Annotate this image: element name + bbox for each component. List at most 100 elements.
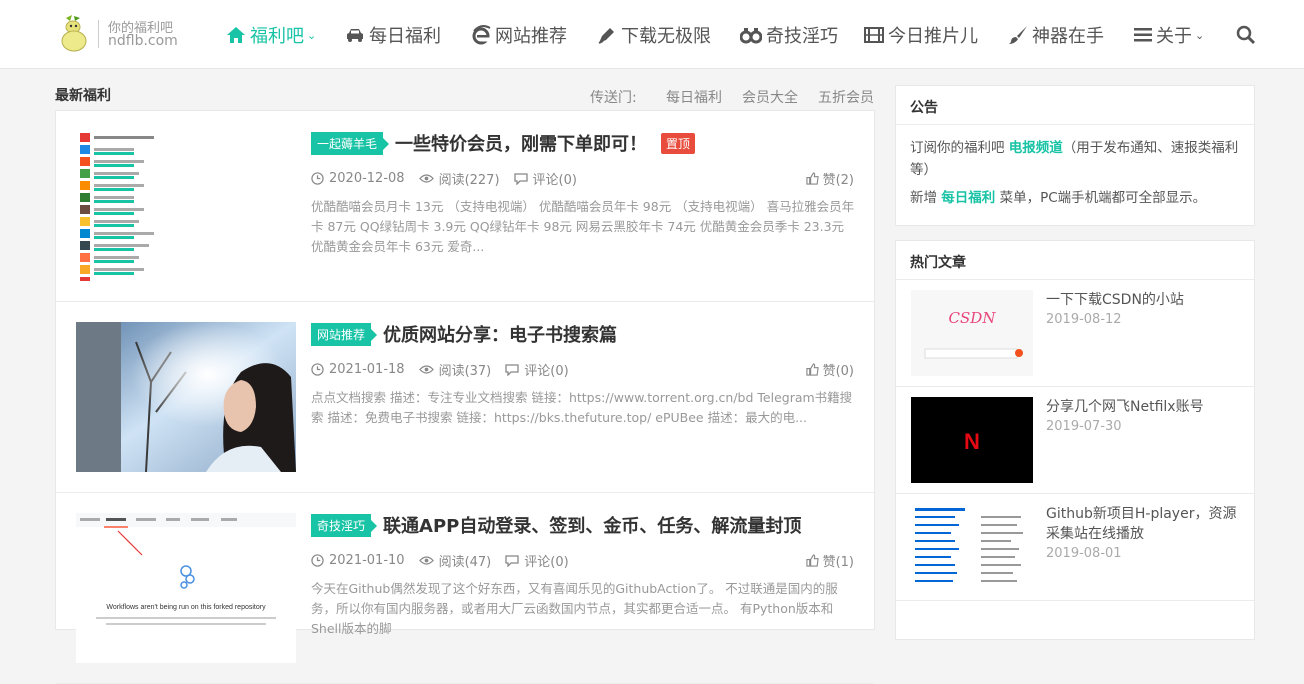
- eye-icon: [418, 174, 434, 183]
- teleport-label: 传送门:: [590, 90, 637, 106]
- home-icon: [227, 27, 245, 43]
- nav-label: 网站推荐: [495, 26, 567, 47]
- site-header: 你的福利吧 ndflb.com 福利吧 ⌄ 每日福利 网站推荐 下载无极限 奇技…: [0, 0, 1304, 69]
- eye-icon: [418, 365, 434, 374]
- hot-post-date: 2019-07-30: [1046, 419, 1122, 434]
- membership-list-image: [76, 131, 296, 281]
- binoculars-icon: [740, 28, 762, 44]
- nav-item-sites[interactable]: 网站推荐: [471, 22, 567, 48]
- post-list: 一起薅羊毛 一些特价会员，刚需下单即可！ 置顶 2020-12-08 阅读(22…: [55, 110, 875, 684]
- hot-post-title[interactable]: 分享几个网飞Netfilx账号: [1046, 397, 1246, 417]
- post-date: 2021-01-18: [311, 362, 405, 377]
- thumbs-up-icon: [805, 363, 819, 376]
- thumb-caption: Workflows aren't being run on this forke…: [106, 604, 266, 611]
- post-title-row: 网站推荐 优质网站分享：电子书搜索篇: [311, 322, 617, 346]
- list-icon: [1134, 28, 1152, 42]
- hot-post-thumbnail[interactable]: N: [911, 397, 1033, 483]
- netflix-image: N: [911, 397, 1033, 483]
- nav-item-about[interactable]: 关于 ⌄: [1134, 22, 1204, 48]
- logo-divider: [98, 20, 99, 48]
- clock-icon: [311, 172, 324, 185]
- post-excerpt: 优酷酷喵会员月卡 13元 （支持电视端） 优酷酷喵会员年卡 98元 （支持电视端…: [311, 199, 855, 254]
- nav-label: 奇技淫巧: [766, 26, 838, 47]
- post-title[interactable]: 一些特价会员，刚需下单即可！: [395, 130, 647, 156]
- post-comments[interactable]: 评论(0): [505, 360, 569, 379]
- nav-item-fulibar[interactable]: 福利吧 ⌄: [226, 22, 316, 48]
- hot-post-date: 2019-08-01: [1046, 546, 1122, 561]
- category-tag[interactable]: 网站推荐: [311, 322, 378, 346]
- car-icon: [347, 29, 363, 42]
- post-views: 阅读(227): [418, 169, 500, 188]
- nav-label: 下载无极限: [621, 26, 711, 47]
- post-thumbnail[interactable]: [76, 131, 296, 281]
- hot-post-thumbnail[interactable]: [911, 504, 1033, 590]
- daily-welfare-link[interactable]: 每日福利: [941, 190, 995, 206]
- nav-item-daily[interactable]: 每日福利: [345, 22, 441, 48]
- teleport-link-discount[interactable]: 五折会员: [818, 87, 874, 107]
- post-meta: 2020-12-08 阅读(227) 评论(0): [311, 169, 591, 188]
- teleport-link-daily[interactable]: 每日福利: [666, 87, 722, 107]
- nav-label: 每日福利: [369, 26, 441, 47]
- like-button[interactable]: 赞(2): [805, 169, 854, 188]
- film-icon: [864, 27, 884, 43]
- github-list-image: [911, 504, 1033, 590]
- nav-label: 神器在手: [1032, 26, 1104, 47]
- post-item: 网站推荐 优质网站分享：电子书搜索篇 2021-01-18 阅读(37) 评论(…: [56, 302, 874, 493]
- post-thumbnail[interactable]: [76, 322, 296, 472]
- chevron-down-icon: ⌄: [1195, 28, 1205, 42]
- section-title: 最新福利: [55, 88, 111, 104]
- like-button[interactable]: 赞(1): [805, 551, 854, 570]
- post-excerpt: 点点文档搜索 描述：专注专业文档搜索 链接：https://www.torren…: [311, 390, 853, 425]
- post-views: 阅读(47): [418, 551, 491, 570]
- comment-icon: [505, 364, 519, 376]
- post-comments[interactable]: 评论(0): [505, 551, 569, 570]
- category-tag[interactable]: 一起薅羊毛: [311, 131, 390, 155]
- post-title-row: 奇技淫巧 联通APP自动登录、签到、金币、任务、解流量封顶: [311, 513, 801, 537]
- post-item: Workflows aren't being run on this forke…: [56, 493, 874, 684]
- nav-label: 关于: [1156, 26, 1192, 47]
- csdn-image: CSDN: [911, 290, 1033, 376]
- thumb-text: CSDN: [949, 309, 997, 327]
- notice-line-1: 订阅你的福利吧 电报频道（用于发布通知、速报类福利等）: [910, 140, 1239, 178]
- post-meta: 2021-01-18 阅读(37) 评论(0): [311, 360, 583, 379]
- thumb-text: N: [964, 429, 980, 454]
- site-logo[interactable]: 你的福利吧 ndflb.com: [56, 14, 186, 54]
- post-excerpt: 今天在Github偶然发现了这个好东西，又有喜闻乐见的GithubAction了…: [311, 581, 838, 636]
- hot-post-date: 2019-08-12: [1046, 312, 1122, 327]
- post-date: 2021-01-10: [311, 553, 405, 568]
- thumbs-up-icon: [805, 554, 819, 567]
- telegram-channel-link[interactable]: 电报频道: [1009, 140, 1063, 156]
- notice-widget: 公告 订阅你的福利吧 电报频道（用于发布通知、速报类福利等） 新增 每日福利 菜…: [895, 85, 1255, 226]
- nav-item-movies[interactable]: 今日推片儿: [864, 22, 978, 48]
- post-title-row: 一起薅羊毛 一些特价会员，刚需下单即可！ 置顶: [311, 130, 696, 156]
- post-meta: 2021-01-10 阅读(47) 评论(0): [311, 551, 583, 570]
- woman-photo-image: [76, 322, 296, 472]
- comment-icon: [513, 173, 528, 185]
- post-comments[interactable]: 评论(0): [513, 169, 577, 188]
- clock-icon: [311, 363, 324, 376]
- nav-item-tricks[interactable]: 奇技淫巧: [740, 22, 838, 48]
- teleport-link-members[interactable]: 会员大全: [742, 87, 798, 107]
- github-screenshot-image: Workflows aren't being run on this forke…: [76, 513, 296, 663]
- hot-post-item[interactable]: N 分享几个网飞Netfilx账号 2019-07-30: [896, 387, 1254, 494]
- hot-post-title[interactable]: Github新项目H-player，资源采集站在线播放: [1046, 504, 1246, 544]
- nav-item-tools[interactable]: 神器在手: [1008, 22, 1104, 48]
- notice-line-2: 新增 每日福利 菜单，PC端手机端都可全部显示。: [910, 190, 1207, 206]
- hot-post-item[interactable]: CSDN 一下下载CSDN的小站 2019-08-12: [896, 280, 1254, 387]
- eye-icon: [418, 556, 434, 565]
- like-button[interactable]: 赞(0): [805, 360, 854, 379]
- post-thumbnail[interactable]: Workflows aren't being run on this forke…: [76, 513, 296, 663]
- widget-title: 热门文章: [896, 241, 1254, 280]
- nav-item-download[interactable]: 下载无极限: [597, 22, 711, 48]
- nav-label: 今日推片儿: [888, 26, 978, 47]
- hot-post-title[interactable]: 一下下载CSDN的小站: [1046, 290, 1246, 310]
- post-title[interactable]: 联通APP自动登录、签到、金币、任务、解流量封顶: [383, 512, 801, 538]
- post-title[interactable]: 优质网站分享：电子书搜索篇: [383, 321, 617, 347]
- search-icon[interactable]: [1236, 25, 1256, 45]
- thumbs-up-icon: [805, 172, 819, 185]
- hot-post-thumbnail[interactable]: CSDN: [911, 290, 1033, 376]
- gourd-logo-icon: [61, 15, 87, 52]
- pinned-badge: 置顶: [661, 132, 696, 154]
- hot-post-item[interactable]: Github新项目H-player，资源采集站在线播放 2019-08-01: [896, 494, 1254, 601]
- category-tag[interactable]: 奇技淫巧: [311, 513, 378, 537]
